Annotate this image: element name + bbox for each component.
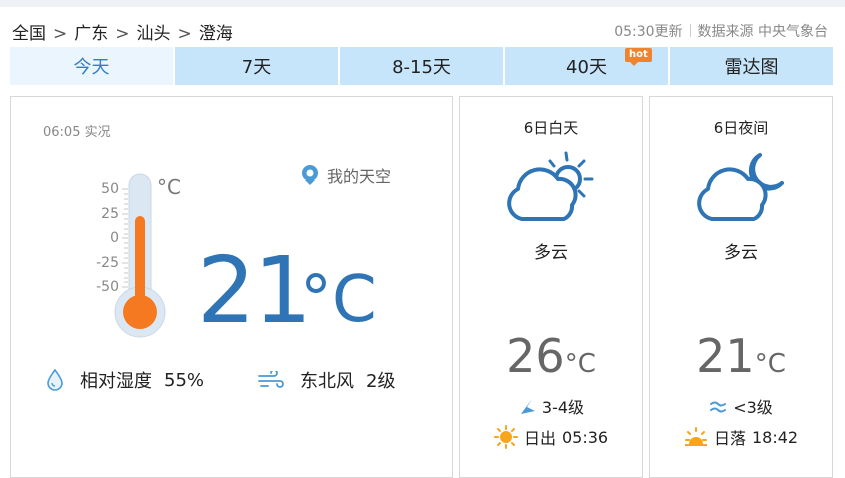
observation-time: 06:05 实况 xyxy=(43,125,111,140)
day-title: 6日白天 xyxy=(523,119,579,137)
night-wind: <3级 xyxy=(650,394,832,418)
night-temp-value: 21 xyxy=(696,329,755,383)
breadcrumb-sep: > xyxy=(53,24,68,44)
tab-8-15-days[interactable]: 8-15天 xyxy=(340,47,503,85)
water-drop-icon xyxy=(47,369,63,391)
my-sky-label: 我的天空 xyxy=(327,167,392,186)
tab-bar: 今天 7天 8-15天 40天 hot 雷达图 xyxy=(10,47,833,85)
scale-label: 0 xyxy=(110,230,119,246)
sunrise-label: 日出 xyxy=(523,429,556,448)
current-weather-panel: 06:05 实况 我的天空 50 25 0 -25 -50 °C 21 °C 相… xyxy=(10,96,453,478)
sunset-row: 日落 18:42 xyxy=(650,425,832,449)
breadcrumb-item[interactable]: 全国 xyxy=(12,24,46,44)
sunrise-icon xyxy=(493,425,518,449)
partly-cloudy-night-icon xyxy=(697,153,784,221)
divider xyxy=(689,24,691,37)
data-source: 数据来源 中央气象台 xyxy=(697,24,828,40)
tab-today[interactable]: 今天 xyxy=(10,47,173,85)
tab-label: 今天 xyxy=(73,57,110,78)
top-border xyxy=(0,0,845,7)
breadcrumb: 全国 > 广东 > 汕头 > 澄海 xyxy=(12,19,233,44)
scale-label: -50 xyxy=(96,279,119,295)
update-meta: 05:30更新 数据来源 中央气象台 xyxy=(614,21,828,41)
sunset-time: 18:42 xyxy=(751,427,799,447)
night-wind-level: <3级 xyxy=(733,398,773,417)
scale-label: -25 xyxy=(96,255,119,271)
breadcrumb-item[interactable]: 汕头 xyxy=(137,24,171,44)
wind-direction: 东北风 xyxy=(300,371,354,392)
day-wind: 3-4级 xyxy=(460,394,642,418)
daytime-forecast-card: 6日白天 多云 26°C 3-4级 日出 05:36 xyxy=(459,96,643,478)
current-temperature: 21 xyxy=(197,237,312,344)
day-temperature: 26°C xyxy=(460,329,642,383)
tab-label: 雷达图 xyxy=(724,57,779,78)
breeze-icon xyxy=(710,401,727,413)
night-forecast-card: 6日夜间 多云 21°C <3级 日落 18:42 xyxy=(649,96,833,478)
hot-badge: hot xyxy=(625,48,652,66)
partly-cloudy-day-icon xyxy=(507,151,594,221)
location-pin-icon xyxy=(302,165,318,185)
day-wind-level: 3-4级 xyxy=(541,398,585,417)
night-temp-unit: °C xyxy=(754,349,786,379)
breadcrumb-sep: > xyxy=(177,24,192,44)
breadcrumb-sep: > xyxy=(115,24,130,44)
scale-label: 25 xyxy=(101,206,119,222)
breadcrumb-item[interactable]: 广东 xyxy=(74,24,108,44)
tab-40-days[interactable]: 40天 hot xyxy=(505,47,668,85)
tab-label: 8-15天 xyxy=(392,57,451,78)
humidity-row: 相对湿度 55% xyxy=(46,367,204,393)
wind-row: 东北风 2级 xyxy=(258,367,395,393)
day-temp-unit: °C xyxy=(564,349,596,379)
humidity-label: 相对湿度 xyxy=(80,371,152,392)
breadcrumb-item[interactable]: 澄海 xyxy=(199,24,233,44)
update-time: 05:30更新 xyxy=(614,24,683,40)
day-condition: 多云 xyxy=(534,243,568,263)
night-condition: 多云 xyxy=(724,243,758,263)
thermometer-icon: 50 25 0 -25 -50 °C xyxy=(96,173,181,338)
scale-label: 50 xyxy=(101,181,119,197)
sunrise-time: 05:36 xyxy=(561,427,609,447)
tab-label: 40天 xyxy=(566,57,607,78)
tab-label: 7天 xyxy=(241,57,272,78)
night-title: 6日夜间 xyxy=(713,119,769,137)
sunrise-row: 日出 05:36 xyxy=(460,425,642,449)
humidity-value: 55% xyxy=(164,369,205,391)
day-temp-value: 26 xyxy=(506,329,565,383)
night-temperature: 21°C xyxy=(650,329,832,383)
temperature-unit: °C xyxy=(300,263,377,337)
tab-7-days[interactable]: 7天 xyxy=(175,47,338,85)
sunset-label: 日落 xyxy=(713,429,746,448)
sunset-icon xyxy=(684,427,707,446)
my-sky-link[interactable]: 我的天空 xyxy=(301,163,391,187)
wind-level: 2级 xyxy=(366,371,396,392)
thermometer-unit: °C xyxy=(157,175,181,199)
wind-icon xyxy=(258,371,284,388)
tab-radar[interactable]: 雷达图 xyxy=(670,47,833,85)
wind-direction-arrow-icon xyxy=(520,399,535,414)
